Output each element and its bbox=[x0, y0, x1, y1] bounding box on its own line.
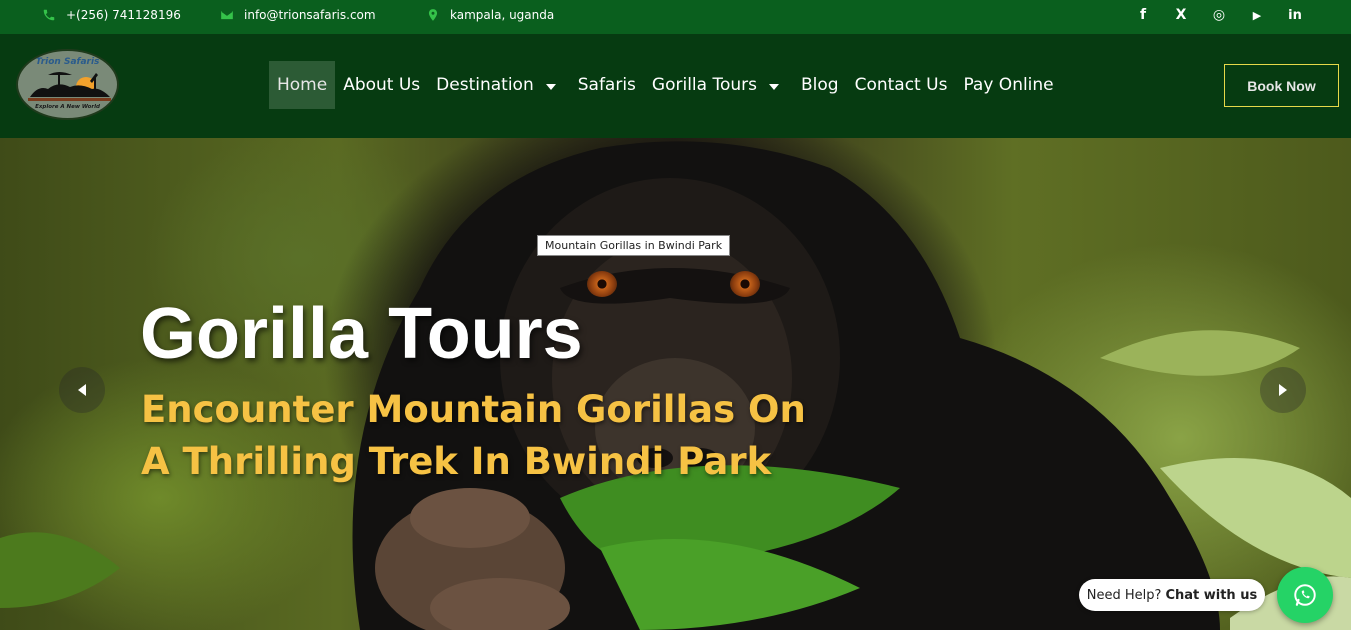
main-navigation: Home About Us Destination Safaris Gorill… bbox=[269, 61, 1062, 109]
nav-item-label: Contact Us bbox=[854, 75, 948, 95]
nav-item-contact-us[interactable]: Contact Us bbox=[847, 61, 956, 109]
email-address: info@trionsafaris.com bbox=[244, 8, 376, 22]
hero-title: Gorilla Tours bbox=[140, 294, 583, 374]
logo-tagline: Explore A New World bbox=[35, 104, 100, 110]
location-contact: kampala, uganda bbox=[426, 0, 554, 30]
chat-prompt[interactable]: Need Help? Chat with us bbox=[1079, 579, 1265, 611]
top-contact-bar: +(256) 741128196 info@trionsafaris.com k… bbox=[0, 0, 1351, 34]
youtube-icon[interactable]: ▶ bbox=[1247, 4, 1267, 26]
envelope-icon bbox=[221, 10, 233, 20]
site-logo[interactable]: Trion Safaris Explore A New World bbox=[16, 49, 119, 120]
nav-item-label: Gorilla Tours bbox=[651, 75, 757, 95]
social-links: f X ◎ ▶ in bbox=[1133, 4, 1305, 26]
slider-prev-button[interactable] bbox=[59, 367, 105, 413]
instagram-icon[interactable]: ◎ bbox=[1209, 4, 1229, 26]
whatsapp-chat-button[interactable] bbox=[1277, 567, 1333, 623]
nav-item-safaris[interactable]: Safaris bbox=[570, 61, 644, 109]
book-now-button[interactable]: Book Now bbox=[1224, 64, 1339, 107]
hero-slider: Mountain Gorillas in Bwindi Park Gorilla… bbox=[0, 138, 1351, 630]
chat-prompt-prefix: Need Help? bbox=[1086, 587, 1162, 603]
arrow-left-icon bbox=[78, 384, 86, 396]
phone-number: +(256) 741128196 bbox=[66, 8, 181, 22]
slider-next-button[interactable] bbox=[1260, 367, 1306, 413]
chat-prompt-link: Chat with us bbox=[1165, 587, 1258, 603]
nav-item-destination[interactable]: Destination bbox=[428, 61, 564, 109]
site-header: Trion Safaris Explore A New World Home A… bbox=[0, 34, 1351, 138]
caret-down-icon bbox=[769, 83, 779, 90]
location-text: kampala, uganda bbox=[450, 8, 555, 22]
nav-item-label: Pay Online bbox=[963, 75, 1054, 95]
map-pin-icon bbox=[428, 9, 438, 21]
nav-item-label: Safaris bbox=[577, 75, 636, 95]
caret-down-icon bbox=[545, 83, 556, 90]
nav-item-gorilla-tours[interactable]: Gorilla Tours bbox=[644, 61, 787, 109]
email-contact[interactable]: info@trionsafaris.com bbox=[220, 0, 376, 30]
gorilla-right-eye bbox=[730, 271, 760, 297]
hero-subtitle: Encounter Mountain Gorillas On A Thrilli… bbox=[141, 384, 821, 488]
nav-item-about-us[interactable]: About Us bbox=[335, 61, 428, 109]
nav-item-label: Blog bbox=[801, 75, 839, 95]
nav-item-home[interactable]: Home bbox=[269, 61, 336, 109]
nav-item-blog[interactable]: Blog bbox=[793, 61, 847, 109]
hero-subtitle-line-1: Encounter Mountain Gorillas On bbox=[141, 388, 806, 431]
facebook-icon[interactable]: f bbox=[1133, 4, 1153, 26]
nav-item-label: About Us bbox=[343, 75, 421, 95]
linkedin-icon[interactable]: in bbox=[1285, 4, 1305, 26]
x-icon[interactable]: X bbox=[1171, 4, 1191, 26]
nav-item-pay-online[interactable]: Pay Online bbox=[955, 61, 1061, 109]
nav-item-label: Destination bbox=[436, 75, 534, 95]
phone-contact[interactable]: +(256) 741128196 bbox=[42, 0, 181, 30]
hero-subtitle-line-2: A Thrilling Trek In Bwindi Park bbox=[141, 440, 772, 483]
gorilla-left-eye bbox=[587, 271, 617, 297]
whatsapp-icon bbox=[1294, 584, 1316, 606]
phone-icon bbox=[43, 9, 55, 21]
nav-item-label: Home bbox=[277, 75, 328, 95]
arrow-right-icon bbox=[1279, 384, 1287, 396]
image-title-tooltip: Mountain Gorillas in Bwindi Park bbox=[537, 235, 731, 256]
